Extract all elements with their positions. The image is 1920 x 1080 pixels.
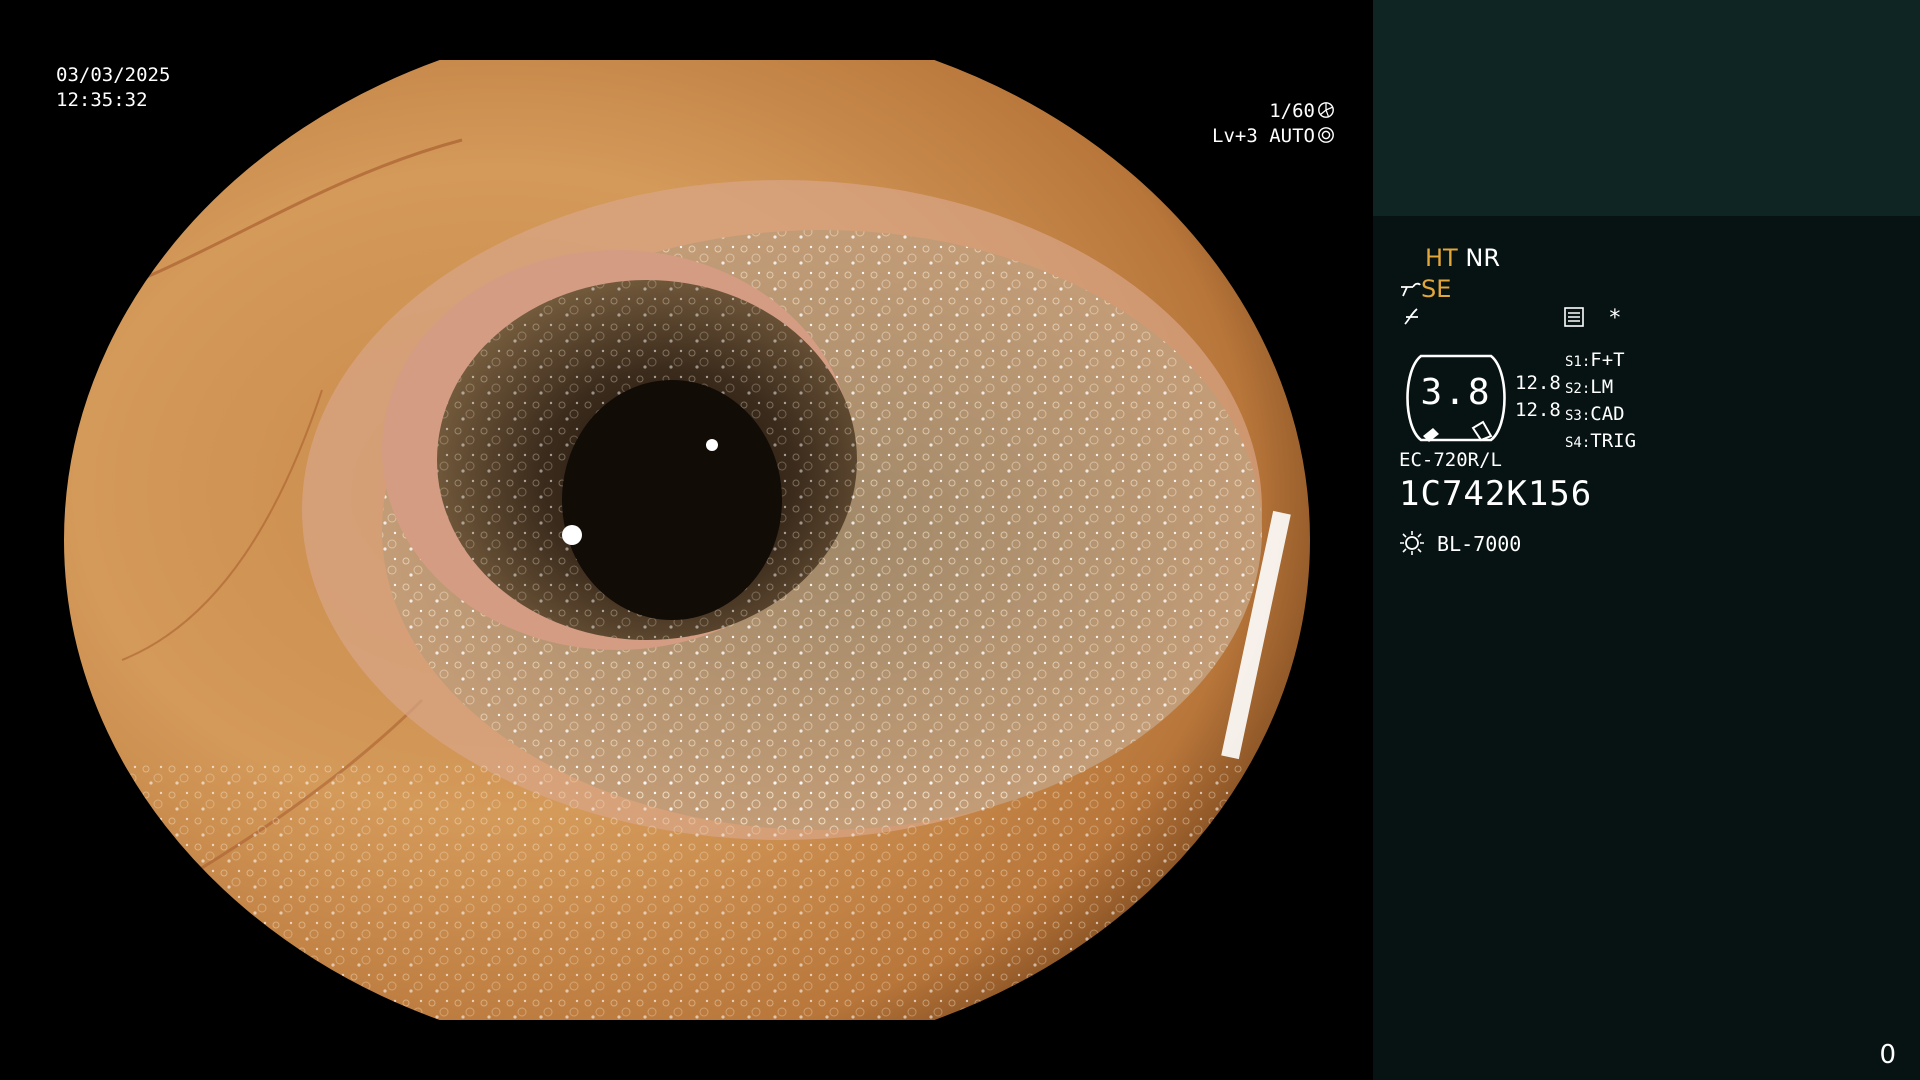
- structure-row: [1401, 306, 1423, 334]
- scope-model: EC-720R/L: [1399, 449, 1502, 471]
- ht-indicator: HT: [1425, 244, 1458, 272]
- time-text: 12:35:32: [56, 89, 148, 111]
- endoscopic-image: [62, 60, 1312, 1020]
- se-row: SE: [1399, 275, 1451, 303]
- structure-icon: [1404, 308, 1418, 325]
- shutter-row: 1/60: [1212, 99, 1335, 124]
- switch-label: S3:: [1565, 408, 1591, 424]
- patient-info-box: [1373, 0, 1920, 216]
- ht-nr-row: HT NR: [1425, 244, 1500, 272]
- switch-row: S1:F+T: [1565, 348, 1636, 375]
- level-auto-text: Lv+3 AUTO: [1212, 125, 1315, 147]
- status-side-panel: HT NR SE * 3.8 12.8 12.8 S1:F+T S2:LM S3…: [1373, 0, 1920, 1080]
- menu-icon: [1564, 307, 1584, 327]
- shutter-speed: 1/60: [1269, 100, 1315, 122]
- auto-iris-icon: [1318, 127, 1334, 143]
- values-column: 12.8 12.8: [1515, 370, 1561, 424]
- star-indicator: *: [1608, 306, 1622, 331]
- light-source-row: BL-7000: [1399, 530, 1521, 556]
- shutter-icon: [1318, 102, 1334, 118]
- switch-row: S3:CAD: [1565, 402, 1636, 429]
- shutter-info: 1/60 Lv+3 AUTO: [1212, 99, 1335, 149]
- se-knob-icon: [1401, 282, 1421, 297]
- switch-label: S2:: [1565, 381, 1591, 397]
- scope-serial: 1C742K156: [1399, 474, 1593, 514]
- se-indicator: SE: [1421, 275, 1452, 303]
- switch-value: F+T: [1590, 349, 1625, 371]
- switch-assignments: S1:F+T S2:LM S3:CAD S4:TRIG: [1565, 348, 1636, 456]
- switch-value: LM: [1590, 376, 1614, 398]
- switch-row: S4:TRIG: [1565, 429, 1636, 456]
- date-text: 03/03/2025: [56, 64, 171, 86]
- switch-label: S1:: [1565, 354, 1591, 370]
- switch-value: CAD: [1590, 403, 1625, 425]
- date-time-display: 03/03/2025 12:35:32: [56, 63, 170, 113]
- menu-row: *: [1563, 306, 1622, 331]
- page-number: 0: [1879, 1040, 1896, 1070]
- lamp-icon: [1400, 531, 1424, 555]
- light-source-text: BL-7000: [1437, 532, 1522, 556]
- switch-row: S2:LM: [1565, 375, 1636, 402]
- nr-indicator: NR: [1465, 244, 1500, 272]
- level-row: Lv+3 AUTO: [1212, 124, 1335, 149]
- value-1: 12.8: [1515, 372, 1561, 394]
- switch-label: S4:: [1565, 435, 1591, 451]
- endoscopy-viewport: 03/03/2025 12:35:32 1/60 Lv+3 AUTO: [0, 0, 1373, 1080]
- gauge-value: 3.8: [1420, 372, 1492, 413]
- value-2: 12.8: [1515, 399, 1561, 421]
- switch-value: TRIG: [1590, 430, 1637, 452]
